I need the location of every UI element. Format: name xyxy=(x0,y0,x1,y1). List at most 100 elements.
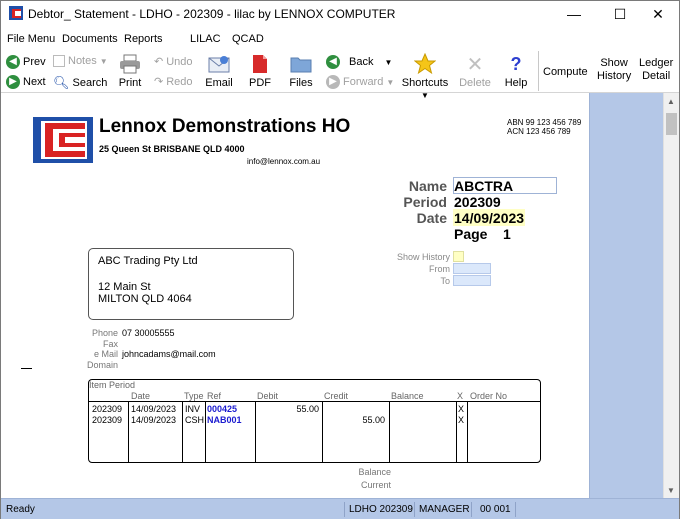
col-debit: Debit xyxy=(257,391,279,401)
phone-value: 07 30005555 xyxy=(122,328,175,338)
app-window: Debtor_ Statement - LDHO - 202309 - lila… xyxy=(0,0,680,519)
domain-label: Domain xyxy=(86,360,118,370)
back-button[interactable]: ◀ Back ▼ xyxy=(326,55,392,69)
name-label: Name xyxy=(408,178,447,194)
menu-qcad[interactable]: QCAD xyxy=(232,33,264,45)
from-label: From xyxy=(429,264,450,274)
col-type: Type xyxy=(184,391,204,401)
delete-icon: ✕ xyxy=(466,53,484,76)
recipient-name: ABC Trading Pty Ltd xyxy=(98,255,198,267)
col-order-no: Order No xyxy=(470,391,508,401)
side-panel xyxy=(589,93,663,498)
menu-file[interactable]: File Menu xyxy=(7,33,55,45)
col-ref: Ref xyxy=(207,391,222,401)
row-type: CSH xyxy=(185,415,205,425)
pdf-button[interactable]: PDF xyxy=(238,51,282,89)
col-credit: Credit xyxy=(324,391,349,401)
show-history-button[interactable]: Show History xyxy=(597,57,631,83)
title-bar: Debtor_ Statement - LDHO - 202309 - lila… xyxy=(1,1,679,27)
to-field[interactable] xyxy=(453,275,491,286)
row-type: INV xyxy=(185,404,201,414)
table-col-divider xyxy=(205,401,206,462)
current-label: Current xyxy=(360,480,391,490)
table-header-divider xyxy=(89,401,540,402)
prev-button[interactable]: ◀ Prev xyxy=(6,55,46,69)
print-button[interactable]: Print xyxy=(108,51,152,89)
scroll-down-icon[interactable]: ▼ xyxy=(667,486,675,495)
show-history-label: Show History xyxy=(396,252,450,262)
notes-button[interactable]: Notes ▼ xyxy=(53,55,108,67)
window-title: Debtor_ Statement - LDHO - 202309 - lila… xyxy=(28,7,396,21)
row-date: 14/09/2023 xyxy=(131,415,177,425)
recipient-city: MILTON QLD 4064 xyxy=(98,293,192,305)
menu-reports[interactable]: Reports xyxy=(124,33,163,45)
arrow-left-icon: ◀ xyxy=(6,55,20,69)
redo-button[interactable]: ↷ Redo xyxy=(154,75,193,89)
status-user: MANAGER xyxy=(419,504,470,515)
status-ledger: LDHO 202309 xyxy=(349,504,413,515)
shortcuts-button[interactable]: Shortcuts ▼ xyxy=(397,51,453,101)
row-date: 14/09/2023 xyxy=(131,404,177,414)
status-divider xyxy=(515,502,516,517)
delete-button[interactable]: ✕ Delete xyxy=(453,51,497,90)
fax-label: Fax xyxy=(102,339,118,349)
table-col-divider xyxy=(322,401,323,462)
chevron-down-icon: ▼ xyxy=(386,77,395,87)
table-col-divider xyxy=(255,401,256,462)
company-logo xyxy=(33,117,93,163)
folder-icon xyxy=(279,51,323,77)
app-logo-icon xyxy=(9,6,23,20)
period-label: Period xyxy=(403,194,447,210)
close-button[interactable]: ✕ xyxy=(635,1,680,27)
compute-button[interactable]: Compute xyxy=(543,66,588,79)
ledger-detail-button[interactable]: Ledger Detail xyxy=(639,57,673,83)
envelope-icon xyxy=(197,51,241,77)
col-balance: Balance xyxy=(391,391,424,401)
table-col-divider xyxy=(389,401,390,462)
row-period: 202309 xyxy=(92,415,123,425)
star-icon xyxy=(397,51,453,77)
company-email: info@lennox.com.au xyxy=(247,157,321,166)
notes-icon xyxy=(53,55,65,67)
arrow-left-icon: ◀ xyxy=(326,55,340,69)
table-col-divider xyxy=(456,401,457,462)
row-ref-link[interactable]: 000425 xyxy=(207,404,237,414)
table-col-divider xyxy=(128,401,129,462)
company-address: 25 Queen St BRISBANE QLD 4000 xyxy=(99,144,245,154)
menu-documents[interactable]: Documents xyxy=(62,33,118,45)
scroll-thumb[interactable] xyxy=(666,113,677,135)
forward-button[interactable]: ▶ Forward ▼ xyxy=(326,75,394,89)
show-history-checkbox[interactable] xyxy=(453,251,464,262)
col-date: Date xyxy=(131,391,151,401)
from-field[interactable] xyxy=(453,263,491,274)
status-ready: Ready xyxy=(6,504,35,515)
row-ref-link[interactable]: NAB001 xyxy=(207,415,242,425)
chevron-down-icon: ▼ xyxy=(99,56,108,66)
help-button[interactable]: ? Help xyxy=(494,51,538,90)
recipient-street: 12 Main St xyxy=(98,281,151,293)
vertical-scrollbar[interactable]: ▲ ▼ xyxy=(663,93,679,498)
undo-button[interactable]: ↶ Undo xyxy=(154,55,193,69)
pdf-icon xyxy=(238,51,282,77)
files-button[interactable]: Files xyxy=(279,51,323,89)
search-icon: 🔍︎ xyxy=(53,75,70,90)
next-button[interactable]: ▶ Next xyxy=(6,75,46,89)
scroll-up-icon[interactable]: ▲ xyxy=(667,97,675,106)
period-value: 202309 xyxy=(454,194,501,210)
to-label: To xyxy=(440,276,450,286)
email-value: johncadams@mail.com xyxy=(122,349,216,359)
help-icon: ? xyxy=(510,53,522,74)
page-number: 1 xyxy=(503,226,511,242)
table-col-divider xyxy=(182,401,183,462)
status-code: 00 001 xyxy=(480,504,511,515)
minimize-button[interactable]: — xyxy=(551,1,597,27)
menu-lilac[interactable]: LILAC xyxy=(190,33,221,45)
status-divider xyxy=(471,502,472,517)
row-debit: 55.00 xyxy=(296,404,319,414)
arrow-right-icon: ▶ xyxy=(326,75,340,89)
row-period: 202309 xyxy=(92,404,123,414)
email-button[interactable]: Email xyxy=(197,51,241,89)
search-button[interactable]: 🔍︎ Search xyxy=(53,75,107,91)
name-value: ABCTRA xyxy=(454,178,514,194)
redo-icon: ↷ xyxy=(154,76,164,88)
